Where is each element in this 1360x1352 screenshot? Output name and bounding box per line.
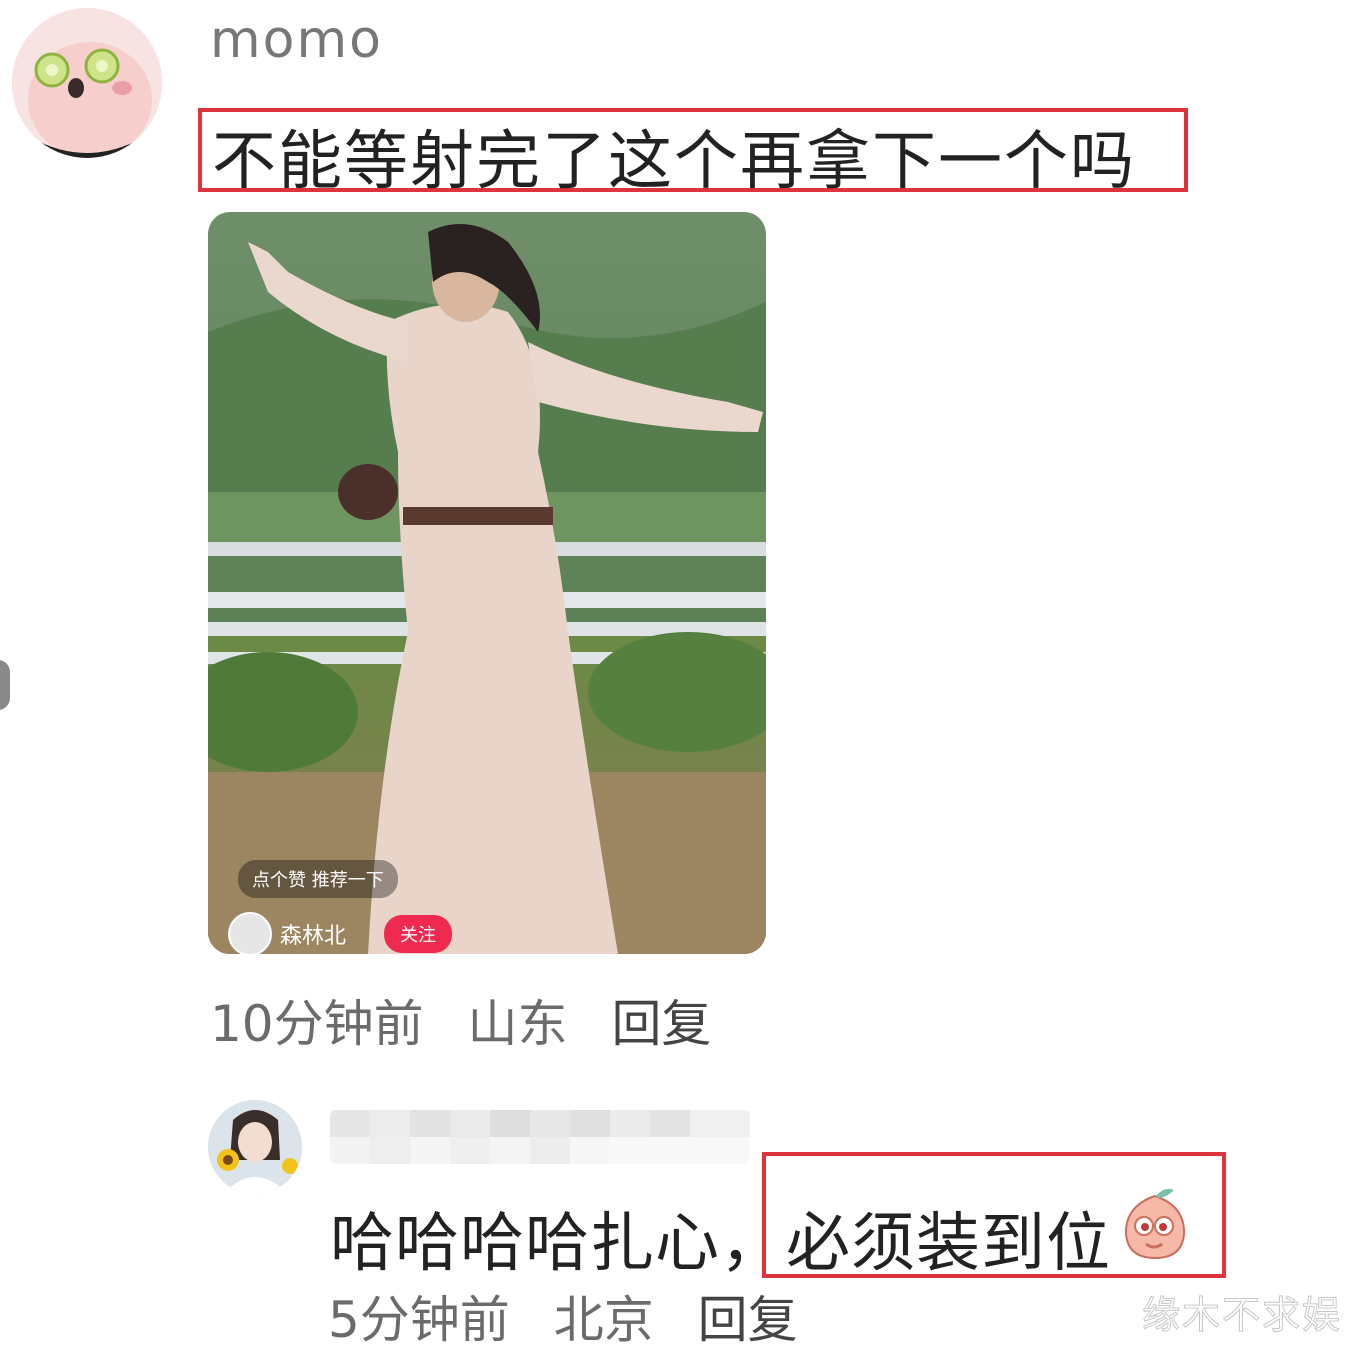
recommend-pill: 点个赞 推荐一下 — [238, 860, 398, 898]
blurred-username — [330, 1110, 750, 1164]
reply-avatar[interactable] — [208, 1100, 302, 1194]
comment-text: 不能等射完了这个再拿下一个吗 — [212, 125, 1136, 199]
side-scroll-handle — [0, 660, 10, 710]
reply-button[interactable]: 回复 — [698, 1291, 798, 1349]
reply-button[interactable]: 回复 — [611, 995, 711, 1053]
watermark: 缘木不求娱 — [1141, 1293, 1342, 1338]
cucumber-face-avatar-icon — [12, 8, 162, 158]
reply-text-part2: 必须装到位 — [786, 1207, 1111, 1281]
comment-username[interactable]: momo — [210, 10, 383, 70]
peach-emoji-icon — [1120, 1186, 1190, 1260]
avatar[interactable] — [12, 8, 162, 158]
photo-author-name: 森林北 — [280, 924, 347, 949]
comment-time: 10分钟前 — [210, 995, 424, 1053]
comment-location: 山东 — [467, 995, 568, 1053]
follow-button[interactable]: 关注 — [384, 915, 453, 953]
comment-photo[interactable]: 点个赞 推荐一下 森林北 关注 — [208, 212, 766, 954]
comment-meta: 10分钟前 山东 回复 — [210, 984, 739, 1056]
reply-location: 北京 — [553, 1291, 654, 1349]
reply-time: 5分钟前 — [328, 1291, 510, 1349]
author-mini-avatar — [228, 912, 272, 954]
girl-sunflower-avatar-icon — [208, 1100, 302, 1194]
archer-photo-image — [208, 212, 766, 954]
photo-author-row: 森林北 关注 — [228, 912, 453, 954]
reply-text-part1: 哈哈哈哈扎心， — [330, 1207, 785, 1281]
pixelated-name-image — [330, 1110, 750, 1164]
reply-meta: 5分钟前 北京 回复 — [328, 1280, 826, 1352]
